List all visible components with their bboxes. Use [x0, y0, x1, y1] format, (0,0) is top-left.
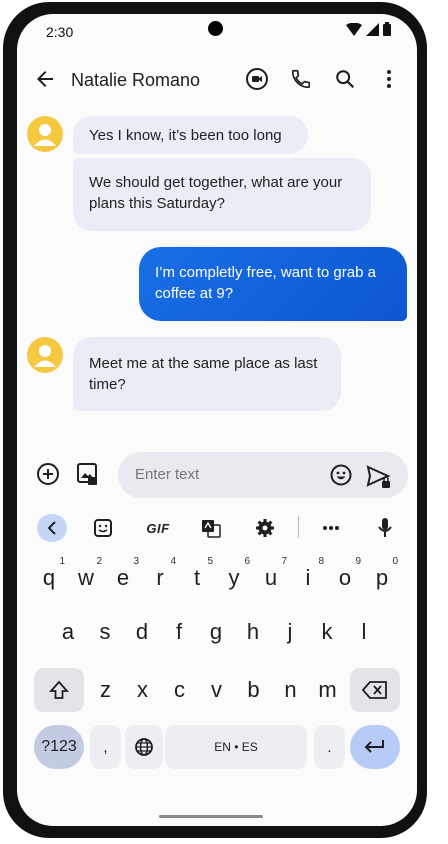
microphone-icon: [378, 518, 392, 537]
key-a[interactable]: a: [50, 614, 86, 650]
battery-icon: [383, 22, 391, 36]
more-options-button[interactable]: [377, 67, 401, 91]
key-r[interactable]: r4: [142, 556, 178, 596]
more-horiz-icon: [323, 526, 339, 530]
key-o[interactable]: o9: [327, 556, 363, 596]
message-incoming[interactable]: Meet me at the same place as last time?: [73, 337, 341, 411]
add-attachment-icon[interactable]: [36, 462, 60, 486]
status-bar: 2:30: [17, 14, 417, 50]
sticker-icon: [94, 519, 112, 537]
key-c[interactable]: c: [161, 668, 198, 712]
message-outgoing[interactable]: I’m completly free, want to grab a coffe…: [139, 247, 407, 321]
back-arrow-icon[interactable]: [33, 67, 57, 91]
period-key[interactable]: .: [314, 725, 345, 769]
key-p[interactable]: p0: [364, 556, 400, 596]
keyboard-collapse-button[interactable]: [37, 514, 67, 542]
key-j[interactable]: j: [272, 614, 308, 650]
key-s[interactable]: s: [87, 614, 123, 650]
key-h[interactable]: h: [235, 614, 271, 650]
key-v[interactable]: v: [198, 668, 235, 712]
translate-icon: [202, 520, 221, 538]
key-q[interactable]: q1: [31, 556, 67, 596]
shift-key[interactable]: [34, 668, 84, 712]
key-t[interactable]: t5: [179, 556, 215, 596]
message-input[interactable]: Enter text: [118, 452, 408, 498]
more-tools-button[interactable]: [319, 514, 343, 542]
key-b[interactable]: b: [235, 668, 272, 712]
key-e[interactable]: e3: [105, 556, 141, 596]
key-i[interactable]: i8: [290, 556, 326, 596]
keyboard-row-2: a s d f g h j k l: [17, 614, 417, 654]
message-incoming[interactable]: Yes I know, it’s been too long: [73, 116, 308, 154]
phone-call-button[interactable]: [289, 67, 313, 91]
front-camera: [208, 21, 223, 36]
translate-button[interactable]: [199, 514, 223, 542]
more-vert-icon: [387, 70, 391, 88]
gif-button[interactable]: GIF: [142, 514, 174, 542]
send-icon[interactable]: [365, 463, 393, 491]
key-x[interactable]: x: [124, 668, 161, 712]
key-k[interactable]: k: [309, 614, 345, 650]
key-f[interactable]: f: [161, 614, 197, 650]
key-n[interactable]: n: [272, 668, 309, 712]
wifi-icon: [346, 22, 362, 36]
person-icon: [34, 345, 56, 367]
enter-key[interactable]: [350, 725, 400, 769]
keyboard-toolbar: GIF: [17, 512, 417, 544]
gallery-icon[interactable]: [74, 461, 100, 487]
toolbar-divider: [298, 516, 299, 538]
backspace-icon: [362, 681, 387, 699]
key-g[interactable]: g: [198, 614, 234, 650]
language-key[interactable]: [125, 725, 163, 769]
keyboard-row-1: q1 w2 e3 r4 t5 y6 u7 i8 o9 p0: [17, 556, 417, 600]
enter-icon: [364, 740, 384, 753]
phone-icon: [291, 69, 311, 89]
emoji-icon[interactable]: [329, 463, 353, 487]
contact-avatar[interactable]: [27, 337, 63, 373]
sticker-button[interactable]: [91, 514, 115, 542]
chevron-left-icon: [47, 521, 56, 535]
phone-frame: 2:30 Natalie Romano Yes I know, it’s bee…: [3, 2, 427, 838]
key-y[interactable]: y6: [216, 556, 252, 596]
signal-icon: [366, 22, 379, 36]
status-time: 2:30: [46, 24, 74, 40]
app-bar: Natalie Romano: [17, 64, 417, 98]
key-u[interactable]: u7: [253, 556, 289, 596]
gif-label: GIF: [146, 520, 170, 536]
screen: 2:30 Natalie Romano Yes I know, it’s bee…: [17, 14, 417, 826]
system-icons: [346, 22, 391, 36]
video-call-icon: [246, 68, 268, 90]
key-m[interactable]: m: [309, 668, 346, 712]
space-key[interactable]: EN • ES: [165, 725, 307, 769]
home-indicator[interactable]: [159, 815, 263, 818]
keyboard-row-4: ?123 , EN • ES .: [17, 725, 417, 771]
backspace-key[interactable]: [350, 668, 400, 712]
symbols-key[interactable]: ?123: [34, 725, 84, 769]
comma-key[interactable]: ,: [90, 725, 121, 769]
key-l[interactable]: l: [346, 614, 382, 650]
message-input-placeholder: Enter text: [135, 466, 200, 483]
key-z[interactable]: z: [87, 668, 124, 712]
search-button[interactable]: [333, 67, 357, 91]
voice-input-button[interactable]: [374, 514, 396, 542]
keyboard-settings-button[interactable]: [253, 514, 277, 542]
search-icon: [336, 70, 355, 89]
keyboard-row-3: z x c v b n m: [17, 668, 417, 714]
person-icon: [34, 124, 56, 146]
globe-icon: [135, 738, 153, 756]
shift-icon: [49, 680, 69, 699]
key-d[interactable]: d: [124, 614, 160, 650]
contact-avatar[interactable]: [27, 116, 63, 152]
message-incoming[interactable]: We should get together, what are your pl…: [73, 158, 371, 231]
video-call-button[interactable]: [245, 67, 269, 91]
contact-name[interactable]: Natalie Romano: [71, 70, 200, 91]
gear-icon: [256, 519, 274, 537]
app-bar-actions: [245, 67, 401, 91]
key-w[interactable]: w2: [68, 556, 104, 596]
